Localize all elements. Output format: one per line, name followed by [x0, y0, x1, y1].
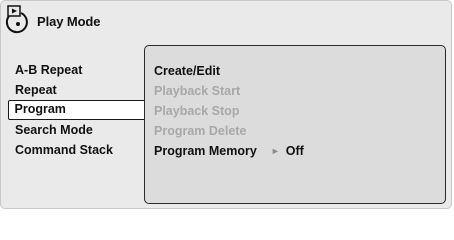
menu-item-program[interactable]: Program [8, 100, 158, 120]
submenu-item-create-edit[interactable]: Create/Edit [154, 61, 304, 81]
menu-item-repeat[interactable]: Repeat [8, 80, 158, 100]
right-triangle-icon: ► [270, 146, 280, 156]
program-submenu: Create/Edit Playback Start Playback Stop… [154, 61, 304, 161]
submenu-item-program-memory[interactable]: Program Memory ► Off [154, 141, 304, 161]
header: Play Mode [5, 4, 101, 34]
page-title: Play Mode [37, 13, 101, 29]
submenu-item-program-delete: Program Delete [154, 121, 304, 141]
program-submenu-panel: Create/Edit Playback Start Playback Stop… [144, 45, 446, 204]
play-mode-menu: A-B Repeat Repeat Program Search Mode Co… [8, 60, 158, 160]
submenu-item-label: Playback Stop [154, 104, 240, 118]
menu-item-search-mode[interactable]: Search Mode [8, 120, 158, 140]
submenu-item-label: Program Delete [154, 124, 247, 138]
program-memory-value-text: Off [285, 144, 304, 158]
submenu-item-playback-start: Playback Start [154, 81, 304, 101]
submenu-item-label: Create/Edit [154, 64, 220, 78]
menu-item-command-stack[interactable]: Command Stack [8, 140, 158, 160]
submenu-item-playback-stop: Playback Stop [154, 101, 304, 121]
program-memory-value[interactable]: ► Off [271, 141, 304, 161]
submenu-item-label: Program Memory [154, 144, 257, 158]
play-mode-screen: Play Mode A-B Repeat Repeat Program Sear… [0, 0, 452, 209]
play-mode-disc-icon [5, 5, 28, 34]
submenu-item-label: Playback Start [154, 84, 241, 98]
menu-item-ab-repeat[interactable]: A-B Repeat [8, 60, 158, 80]
